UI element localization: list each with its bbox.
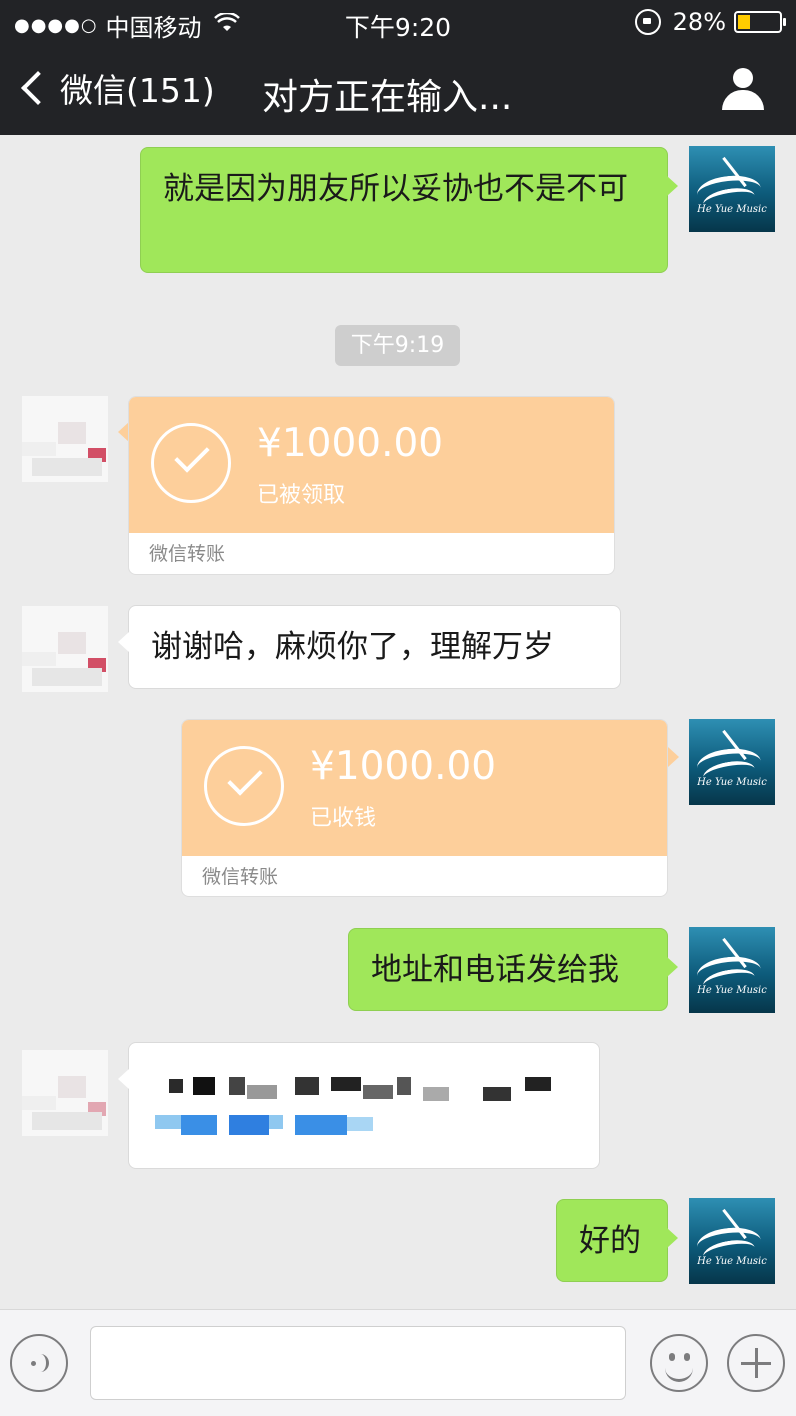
transfer-status: 已收钱 bbox=[310, 806, 377, 831]
transfer-footer: 微信转账 bbox=[202, 866, 279, 888]
voice-input-button[interactable] bbox=[10, 1334, 68, 1392]
transfer-card-sent[interactable]: ¥1000.00 已收钱 微信转账 bbox=[181, 719, 668, 897]
check-circle-icon bbox=[151, 423, 231, 503]
message-text: 谢谢哈，麻烦你了，理解万岁 bbox=[151, 629, 554, 665]
status-bar: ●●●●○ 中国移动 下午9:20 28% bbox=[0, 0, 796, 46]
transfer-amount: ¥1000.00 bbox=[310, 744, 497, 789]
status-right: 28% bbox=[634, 8, 786, 36]
contact-avatar[interactable] bbox=[22, 606, 108, 692]
emoji-button[interactable] bbox=[650, 1334, 708, 1392]
transfer-tail bbox=[668, 747, 679, 767]
battery-percent: 28% bbox=[672, 8, 726, 36]
my-avatar[interactable]: He Yue Music bbox=[689, 927, 775, 1013]
smiley-icon bbox=[669, 1353, 675, 1361]
avatar-caption: He Yue Music bbox=[697, 204, 767, 215]
transfer-card-received[interactable]: ¥1000.00 已被领取 微信转账 bbox=[128, 396, 615, 575]
contact-avatar[interactable] bbox=[22, 1050, 108, 1136]
input-toolbar bbox=[0, 1309, 796, 1416]
chat-title: 对方正在输入... bbox=[262, 77, 513, 118]
message-bubble-received[interactable]: 谢谢哈，麻烦你了，理解万岁 bbox=[118, 605, 621, 689]
my-avatar[interactable]: He Yue Music bbox=[689, 146, 775, 232]
message-text: 好的 bbox=[579, 1223, 641, 1259]
transfer-footer: 微信转账 bbox=[149, 543, 226, 565]
message-bubble-sent[interactable]: 就是因为朋友所以妥协也不是不可 bbox=[140, 147, 678, 273]
message-bubble-redacted[interactable] bbox=[118, 1042, 600, 1169]
message-input[interactable] bbox=[90, 1326, 626, 1400]
transfer-amount: ¥1000.00 bbox=[257, 421, 444, 466]
avatar-caption: He Yue Music bbox=[697, 777, 767, 788]
top-bar: ●●●●○ 中国移动 下午9:20 28% 微信(151) 对方正在输入... bbox=[0, 0, 796, 135]
contact-info-icon[interactable] bbox=[722, 68, 764, 112]
avatar-caption: He Yue Music bbox=[697, 1256, 767, 1267]
transfer-status: 已被领取 bbox=[257, 483, 346, 508]
message-timestamp: 下午9:19 bbox=[335, 325, 460, 366]
message-text: 地址和电话发给我 bbox=[371, 952, 619, 988]
contact-avatar[interactable] bbox=[22, 396, 108, 482]
avatar-caption: He Yue Music bbox=[697, 985, 767, 996]
orientation-lock-icon bbox=[634, 9, 661, 35]
message-bubble-sent[interactable]: 好的 bbox=[556, 1199, 678, 1282]
more-options-button[interactable] bbox=[727, 1334, 785, 1392]
back-label: 微信(151) bbox=[60, 71, 215, 110]
back-button[interactable]: 微信(151) bbox=[18, 64, 215, 112]
chevron-left-icon bbox=[21, 71, 55, 105]
battery-icon bbox=[734, 11, 786, 33]
check-circle-icon bbox=[204, 746, 284, 826]
message-text: 就是因为朋友所以妥协也不是不可 bbox=[163, 171, 628, 207]
message-bubble-sent[interactable]: 地址和电话发给我 bbox=[348, 928, 678, 1011]
nav-bar: 微信(151) 对方正在输入... bbox=[0, 46, 796, 135]
my-avatar[interactable]: He Yue Music bbox=[689, 719, 775, 805]
my-avatar[interactable]: He Yue Music bbox=[689, 1198, 775, 1284]
